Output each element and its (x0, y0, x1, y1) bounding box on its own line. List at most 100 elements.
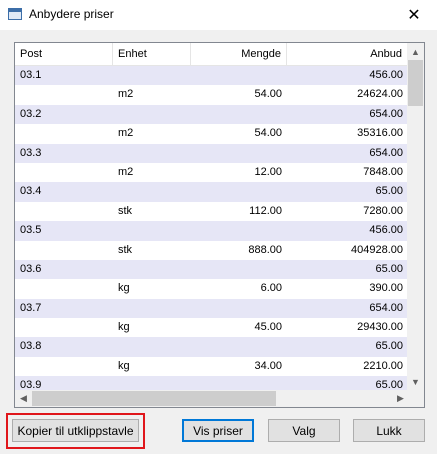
cell-mengde: 34.00 (254, 359, 282, 372)
cell-anbud: 654.00 (369, 146, 403, 159)
scroll-down-icon[interactable]: ▼ (407, 373, 424, 390)
cell-mengde: 6.00 (260, 282, 282, 295)
table-row[interactable]: m2 54.00 24624.00 (15, 85, 408, 104)
cell-mengde (191, 144, 287, 163)
table-row[interactable]: 03.1 456.00 (15, 66, 408, 86)
cell-enhet: m2 (118, 88, 134, 101)
table-row[interactable]: kg 6.00 390.00 (15, 279, 408, 298)
cell-post (15, 241, 113, 260)
cell-post: 03.8 (20, 340, 42, 353)
cell-enhet (113, 105, 191, 124)
cell-enhet: m2 (118, 127, 134, 140)
cell-enhet: kg (118, 359, 130, 372)
cell-anbud: 390.00 (369, 282, 403, 295)
table-row[interactable]: stk 888.00 404928.00 (15, 241, 408, 260)
options-button[interactable]: Valg (268, 419, 340, 442)
title-bar: Anbydere priser ✕ (0, 0, 437, 30)
column-header-mengde[interactable]: Mengde (191, 43, 287, 66)
cell-mengde (191, 182, 287, 201)
cell-enhet: kg (118, 282, 130, 295)
cell-mengde (191, 260, 287, 279)
cell-anbud: 29430.00 (357, 321, 403, 334)
vertical-scrollbar[interactable]: ▲ ▼ (407, 43, 424, 390)
cell-anbud: 35316.00 (357, 127, 403, 140)
scroll-up-icon[interactable]: ▲ (407, 43, 424, 60)
cell-anbud: 654.00 (369, 301, 403, 314)
table-row[interactable]: 03.6 65.00 (15, 259, 408, 280)
cell-post (15, 318, 113, 337)
cell-mengde: 888.00 (248, 243, 282, 256)
cell-enhet (113, 144, 191, 163)
column-header-post[interactable]: Post (15, 43, 113, 66)
cell-enhet (113, 337, 191, 356)
prices-list[interactable]: Post Enhet Mengde Anbud 03.1 456.00 m2 54.0… (14, 42, 425, 408)
table-row[interactable]: kg 34.00 2210.00 (15, 357, 408, 376)
cell-post (15, 279, 113, 298)
table-row[interactable]: 03.3 654.00 (15, 143, 408, 163)
cell-enhet: stk (118, 243, 133, 256)
cell-post: 03.3 (20, 146, 42, 159)
cell-post (15, 85, 113, 104)
cell-anbud: 65.00 (375, 185, 403, 198)
window-title: Anbydere priser (29, 7, 114, 21)
table-row[interactable]: m2 12.00 7848.00 (15, 163, 408, 182)
cell-post (15, 357, 113, 376)
cell-mengde: 12.00 (254, 165, 282, 178)
vertical-scroll-thumb[interactable] (408, 60, 423, 106)
cell-anbud: 404928.00 (351, 243, 403, 256)
cell-enhet: m2 (118, 165, 134, 178)
table-row[interactable]: 03.8 65.00 (15, 337, 408, 357)
close-button[interactable]: Lukk (353, 419, 425, 442)
cell-mengde (191, 299, 287, 318)
cell-post (15, 124, 113, 143)
table-row[interactable]: stk 112.00 7280.00 (15, 202, 408, 221)
cell-mengde (191, 221, 287, 240)
cell-enhet: kg (118, 321, 130, 334)
column-header-enhet[interactable]: Enhet (113, 43, 191, 66)
cell-anbud: 456.00 (369, 69, 403, 81)
close-icon[interactable]: ✕ (391, 0, 437, 30)
cell-anbud: 7280.00 (363, 204, 403, 217)
cell-mengde (191, 105, 287, 124)
highlight-box (6, 413, 145, 449)
cell-post: 03.4 (20, 185, 42, 198)
cell-post: 03.1 (20, 69, 42, 81)
cell-mengde (191, 337, 287, 356)
horizontal-scroll-thumb[interactable] (32, 391, 276, 406)
cell-mengde (191, 66, 287, 85)
window-icon (8, 8, 22, 20)
cell-mengde: 112.00 (249, 204, 282, 217)
table-row[interactable]: m2 54.00 35316.00 (15, 124, 408, 143)
column-header-anbud[interactable]: Anbud (287, 43, 408, 66)
scrollbar-corner (407, 390, 424, 407)
table-row[interactable]: 03.4 65.00 (15, 182, 408, 202)
cell-anbud: 654.00 (369, 107, 403, 120)
cell-post: 03.5 (20, 224, 42, 237)
scroll-left-icon[interactable]: ◀ (15, 390, 32, 407)
list-rows: 03.1 456.00 m2 54.00 24624.00 03.2 654.00 m2 54.… (15, 66, 408, 396)
table-row[interactable]: kg 45.00 29430.00 (15, 318, 408, 337)
cell-anbud: 65.00 (375, 262, 403, 275)
cell-enhet (113, 260, 191, 279)
cell-mengde: 54.00 (254, 88, 282, 101)
cell-post (15, 202, 113, 221)
cell-post: 03.7 (20, 301, 42, 314)
table-row[interactable]: 03.2 654.00 (15, 104, 408, 125)
list-header: Post Enhet Mengde Anbud (15, 43, 408, 66)
cell-anbud: 24624.00 (357, 88, 403, 101)
cell-anbud: 65.00 (375, 340, 403, 353)
cell-anbud: 2210.00 (363, 359, 403, 372)
table-row[interactable]: 03.5 456.00 (15, 221, 408, 241)
cell-enhet (113, 182, 191, 201)
cell-post: 03.2 (20, 107, 42, 120)
horizontal-scrollbar[interactable]: ◀ ▶ (15, 390, 409, 407)
show-prices-button[interactable]: Vis priser (182, 419, 254, 442)
cell-mengde: 45.00 (254, 321, 282, 334)
cell-post (15, 163, 113, 182)
table-row[interactable]: 03.7 654.00 (15, 298, 408, 319)
cell-enhet (113, 66, 191, 85)
cell-mengde: 54.00 (254, 127, 282, 140)
cell-enhet (113, 299, 191, 318)
cell-enhet: stk (118, 204, 133, 217)
cell-anbud: 7848.00 (363, 165, 403, 178)
